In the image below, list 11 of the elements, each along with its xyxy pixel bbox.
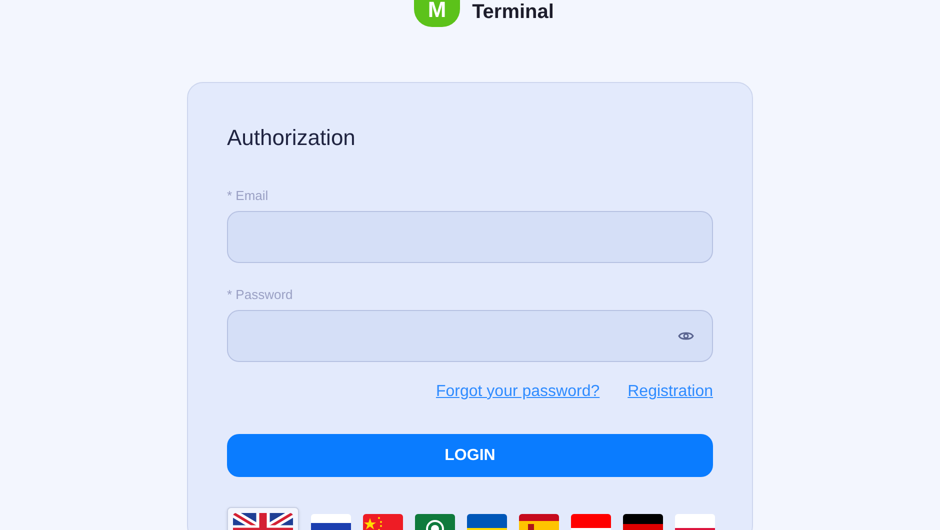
form-title: Authorization (227, 124, 356, 152)
login-button[interactable]: LOGIN (227, 434, 713, 477)
forgot-password-link[interactable]: Forgot your password? (436, 380, 600, 404)
password-field[interactable] (227, 310, 713, 362)
logo-text: Terminal (472, 2, 554, 22)
registration-link[interactable]: Registration (628, 380, 713, 404)
field-label: * Email (227, 188, 270, 203)
logo-icon: M (414, 0, 460, 27)
eye-icon[interactable] (678, 330, 694, 342)
email-field[interactable] (227, 211, 713, 263)
field-label: * Password (227, 287, 294, 302)
